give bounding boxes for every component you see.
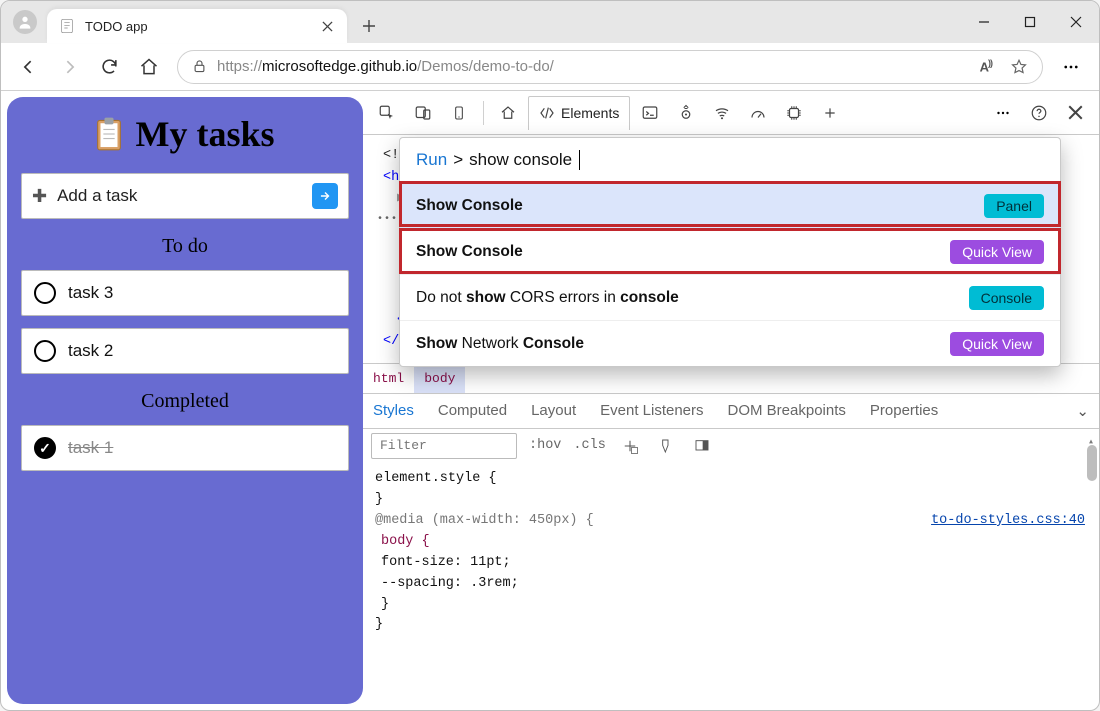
sources-tab-icon[interactable] — [670, 97, 702, 129]
network-tab-icon[interactable] — [706, 97, 738, 129]
scrollbar-thumb[interactable] — [1087, 445, 1097, 481]
console-tab-icon[interactable] — [634, 97, 666, 129]
badge-panel: Panel — [984, 194, 1044, 218]
section-todo-heading: To do — [21, 235, 349, 258]
command-input[interactable]: Run > show console — [400, 138, 1060, 182]
breadcrumb-html[interactable]: html — [363, 364, 414, 393]
styles-filter-input[interactable] — [371, 433, 517, 459]
task-row-completed[interactable]: task 1 — [21, 425, 349, 471]
task-row[interactable]: task 3 — [21, 270, 349, 316]
titlebar: TODO app — [1, 1, 1099, 43]
hov-toggle[interactable]: :hov — [529, 438, 561, 453]
nav-home-button[interactable] — [131, 49, 167, 85]
command-menu: Run > show console Show Console Panel Sho… — [399, 137, 1061, 367]
task-row[interactable]: task 2 — [21, 328, 349, 374]
task-checkbox[interactable] — [34, 282, 56, 304]
device-toggle-icon[interactable] — [407, 97, 439, 129]
chevron-down-icon[interactable]: ⌄ — [1076, 402, 1089, 420]
task-label: task 2 — [68, 341, 113, 361]
url-input[interactable]: https://microsoftedge.github.io/Demos/de… — [177, 50, 1043, 84]
url-text: https://microsoftedge.github.io/Demos/de… — [217, 58, 970, 75]
task-checkbox[interactable] — [34, 340, 56, 362]
window-controls — [961, 1, 1099, 43]
elements-icon — [539, 105, 555, 121]
screencast-icon[interactable] — [443, 97, 475, 129]
source-link[interactable]: to-do-styles.css:40 — [931, 511, 1085, 532]
new-style-rule-icon[interactable] — [618, 434, 642, 458]
command-item-network-console[interactable]: Show Network Console Quick View — [400, 320, 1060, 366]
tab-elements[interactable]: Elements — [528, 96, 630, 130]
inspect-icon[interactable] — [371, 97, 403, 129]
add-task-input[interactable]: ✚ Add a task — [21, 173, 349, 219]
command-prefix: Run — [416, 150, 447, 170]
command-item-show-console-quickview[interactable]: Show Console Quick View — [400, 228, 1060, 274]
app-title: My tasks — [135, 113, 274, 155]
computed-sidebar-icon[interactable] — [690, 434, 714, 458]
nav-refresh-button[interactable] — [91, 49, 127, 85]
section-completed-heading: Completed — [21, 390, 349, 413]
performance-tab-icon[interactable] — [742, 97, 774, 129]
subtab-styles[interactable]: Styles — [373, 394, 414, 428]
badge-quickview: Quick View — [950, 240, 1044, 264]
memory-tab-icon[interactable] — [778, 97, 810, 129]
task-label: task 1 — [68, 438, 113, 458]
styles-tabs: Styles Computed Layout Event Listeners D… — [363, 393, 1099, 429]
plus-icon: ✚ — [32, 187, 47, 205]
profile-avatar[interactable] — [13, 10, 37, 34]
subtab-event-listeners[interactable]: Event Listeners — [600, 394, 703, 428]
styles-toolbar: :hov .cls — [363, 429, 1099, 463]
window-close-button[interactable] — [1053, 1, 1099, 43]
clipboard-icon — [95, 117, 123, 151]
command-item-cors-errors[interactable]: Do not show CORS errors in console Conso… — [400, 274, 1060, 320]
badge-console: Console — [969, 286, 1044, 310]
read-aloud-icon[interactable]: A)) — [980, 58, 992, 74]
submit-task-button[interactable] — [312, 183, 338, 209]
window-maximize-button[interactable] — [1007, 1, 1053, 43]
favorite-icon[interactable] — [1010, 58, 1028, 76]
more-tabs-button[interactable] — [814, 97, 846, 129]
browser-window: TODO app https://microsoftedge.github.io… — [0, 0, 1100, 711]
devtools-more-icon[interactable] — [987, 97, 1019, 129]
task-checkbox-checked[interactable] — [34, 437, 56, 459]
subtab-dom-breakpoints[interactable]: DOM Breakpoints — [728, 394, 846, 428]
new-tab-button[interactable] — [355, 12, 383, 40]
paint-flash-icon[interactable] — [654, 434, 678, 458]
app-title-row: My tasks — [21, 113, 349, 155]
todo-app-panel: My tasks ✚ Add a task To do task 3 task … — [7, 97, 363, 704]
styles-code[interactable]: element.style { } @media (max-width: 450… — [363, 463, 1099, 710]
devtools-close-button[interactable] — [1059, 97, 1091, 129]
lock-icon — [192, 59, 207, 74]
nav-forward-button[interactable] — [51, 49, 87, 85]
window-minimize-button[interactable] — [961, 1, 1007, 43]
devtools-toolbar: Elements — [363, 91, 1099, 135]
welcome-tab-icon[interactable] — [492, 97, 524, 129]
cls-toggle[interactable]: .cls — [573, 438, 605, 453]
command-item-show-console-panel[interactable]: Show Console Panel — [400, 182, 1060, 228]
tab-title: TODO app — [85, 19, 309, 34]
command-typed-text: show console — [469, 150, 572, 170]
address-bar: https://microsoftedge.github.io/Demos/de… — [1, 43, 1099, 91]
devtools-help-icon[interactable] — [1023, 97, 1055, 129]
nav-back-button[interactable] — [11, 49, 47, 85]
settings-more-button[interactable] — [1053, 49, 1089, 85]
badge-quickview: Quick View — [950, 332, 1044, 356]
browser-tab[interactable]: TODO app — [47, 9, 347, 43]
page-favicon-icon — [59, 18, 75, 34]
subtab-computed[interactable]: Computed — [438, 394, 507, 428]
text-cursor — [579, 150, 580, 170]
breadcrumb-body[interactable]: body — [414, 364, 465, 393]
subtab-layout[interactable]: Layout — [531, 394, 576, 428]
elements-tab-label: Elements — [561, 105, 619, 121]
task-label: task 3 — [68, 283, 113, 303]
subtab-properties[interactable]: Properties — [870, 394, 938, 428]
command-chevron: > — [453, 150, 463, 170]
add-task-placeholder: Add a task — [57, 186, 302, 206]
breadcrumb-bar: html body — [363, 363, 1099, 393]
tab-close-icon[interactable] — [319, 18, 335, 34]
